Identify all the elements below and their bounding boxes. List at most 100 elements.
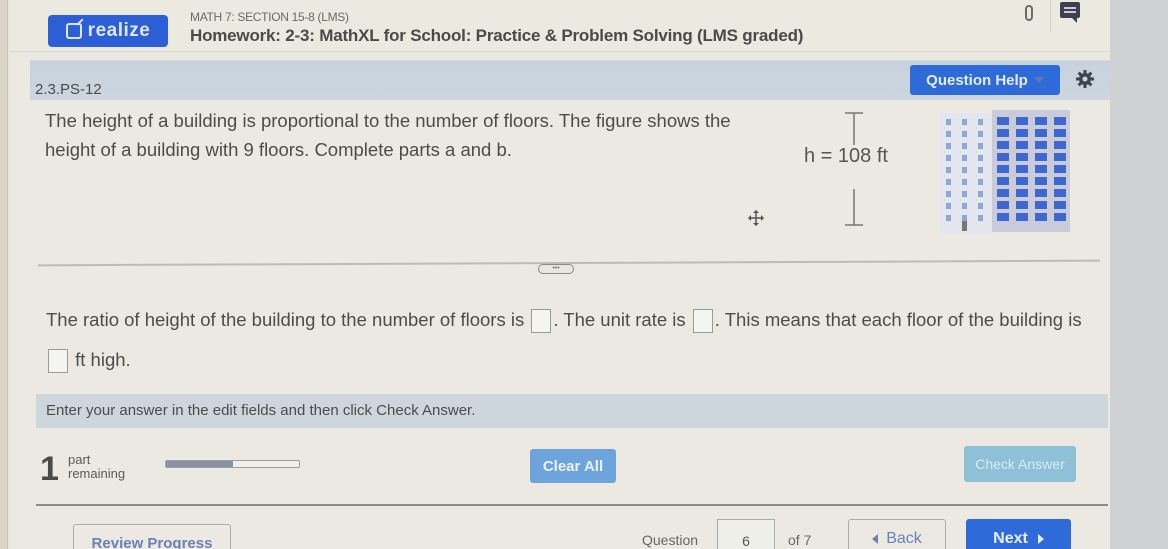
window: [946, 167, 951, 173]
question-help-button[interactable]: Question Help: [910, 65, 1060, 95]
window: [946, 179, 951, 185]
building-door: [962, 221, 967, 231]
window: [1035, 177, 1047, 185]
window: [1016, 117, 1028, 125]
window: [1054, 213, 1066, 221]
back-button[interactable]: Back: [848, 519, 946, 549]
expand-handle[interactable]: •••: [538, 264, 574, 274]
chat-icon[interactable]: [1060, 2, 1080, 23]
window: [962, 167, 967, 173]
window: [946, 155, 951, 161]
side-panel: [1110, 0, 1168, 549]
window: [946, 119, 951, 125]
window: [997, 117, 1009, 125]
window: [997, 177, 1009, 185]
window: [997, 141, 1009, 149]
progress-fill: [166, 461, 233, 467]
window: [978, 191, 983, 197]
remaining-word: remaining: [68, 466, 126, 481]
gear-icon[interactable]: [1075, 69, 1095, 89]
window: [1054, 141, 1066, 149]
window: [978, 131, 983, 137]
window: [1035, 165, 1047, 173]
window: [1054, 189, 1066, 197]
clear-all-button[interactable]: Clear All: [530, 449, 616, 483]
realize-label: realize: [87, 20, 151, 41]
window: [978, 215, 983, 221]
building-figure: h = 108 ft: [790, 105, 1090, 235]
window: [1054, 165, 1066, 173]
back-label: Back: [886, 530, 922, 547]
window-edge: [0, 0, 8, 549]
move-icon[interactable]: [748, 210, 764, 226]
progress-bar: [165, 460, 300, 468]
window: [978, 143, 983, 149]
window: [946, 131, 951, 137]
window: [1016, 129, 1028, 137]
window: [1016, 153, 1028, 161]
window: [962, 215, 967, 221]
question-id: 2.3.PS-12: [35, 81, 102, 98]
window: [946, 203, 951, 209]
question-total: of 7: [788, 532, 812, 548]
window: [946, 143, 951, 149]
realize-button[interactable]: realize: [48, 15, 168, 47]
homework-title: Homework: 2-3: MathXL for School: Practi…: [190, 26, 804, 45]
window: [962, 131, 967, 137]
unit-rate-answer-box[interactable]: [692, 309, 713, 334]
building-illustration: [845, 110, 1070, 233]
question-label: Question: [642, 532, 699, 548]
window: [1035, 153, 1047, 161]
window: [978, 155, 983, 161]
window: [997, 213, 1009, 221]
window: [1016, 141, 1028, 149]
review-progress-button[interactable]: Review Progress: [73, 524, 231, 549]
window: [997, 189, 1009, 197]
window: [1035, 117, 1047, 125]
window: [946, 191, 951, 197]
height-label: h = 108 ft: [802, 145, 890, 168]
window: [1054, 129, 1066, 137]
footer-divider: [36, 504, 1108, 506]
problem-statement: The height of a building is proportional…: [45, 110, 731, 160]
window: [1016, 177, 1028, 185]
course-label: MATH 7: SECTION 15-8 (LMS): [190, 10, 349, 24]
check-answer-button[interactable]: Check Answer: [964, 446, 1076, 482]
ratio-answer-box[interactable]: [531, 309, 552, 334]
window: [1035, 141, 1047, 149]
window: [946, 215, 951, 221]
window: [1016, 189, 1028, 197]
window: [1035, 129, 1047, 137]
window: [1054, 177, 1066, 185]
answer-text-1: The ratio of height of the building to t…: [46, 309, 525, 330]
window: [978, 119, 983, 125]
window: [978, 179, 983, 185]
window: [997, 201, 1009, 209]
question-number-input[interactable]: 6: [717, 519, 775, 549]
window: [1016, 165, 1028, 173]
window: [978, 167, 983, 173]
homework-page: realize MATH 7: SECTION 15-8 (LMS) Homew…: [10, 0, 1110, 549]
header: realize MATH 7: SECTION 15-8 (LMS) Homew…: [10, 0, 1110, 52]
answer-text-2: . The unit rate is: [553, 309, 686, 330]
floor-height-answer-box[interactable]: [48, 349, 68, 374]
window: [1035, 201, 1047, 209]
parts-word: part: [68, 452, 91, 467]
parts-remaining-label: part remaining: [68, 453, 125, 481]
next-label: Next: [993, 530, 1028, 547]
back-arrow-icon: [872, 534, 879, 544]
window: [1035, 189, 1047, 197]
window: [962, 179, 967, 185]
window: [962, 155, 967, 161]
window: [962, 143, 967, 149]
paperclip-icon[interactable]: [1025, 5, 1033, 21]
window: [962, 119, 967, 125]
window: [997, 129, 1009, 137]
answer-text-4: ft high.: [75, 349, 131, 370]
next-button[interactable]: Next: [966, 519, 1071, 549]
window: [1054, 201, 1066, 209]
caret-down-icon: [1033, 77, 1044, 83]
question-help-label: Question Help: [926, 71, 1028, 89]
window: [978, 203, 983, 209]
header-divider: [1050, 0, 1051, 32]
